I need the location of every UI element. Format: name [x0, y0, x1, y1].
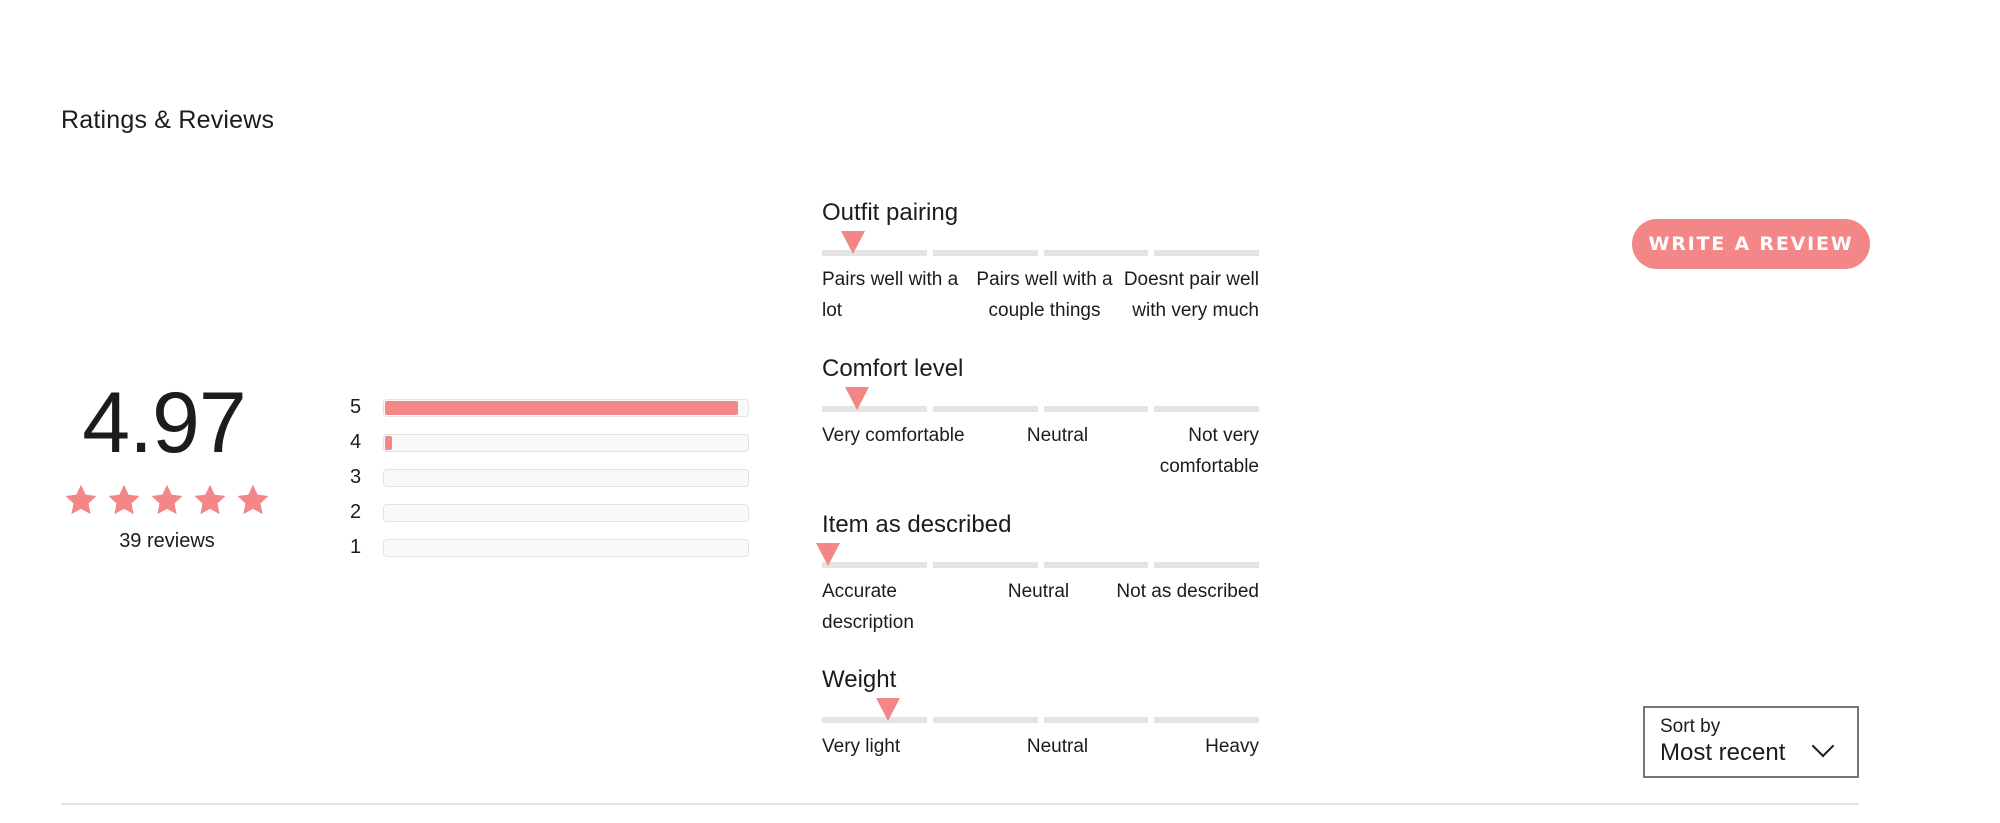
attribute-marker-icon — [844, 387, 869, 410]
scale-label-mid: Neutral — [1026, 425, 1089, 446]
scale-label-high: Heavy — [1205, 736, 1259, 757]
histogram-bar[interactable] — [383, 503, 749, 522]
scale-label-mid: Neutral — [1007, 581, 1070, 602]
star-icon — [151, 484, 183, 515]
histogram-label: 1 — [350, 536, 362, 558]
scale-segment — [1043, 717, 1149, 723]
scale-segment — [1154, 250, 1259, 256]
scale-segment — [822, 717, 927, 723]
histogram-row-5[interactable]: 5 — [350, 390, 750, 425]
attribute-marker-icon — [875, 698, 900, 721]
histogram-row-2[interactable]: 2 — [350, 495, 750, 530]
attribute-scale — [816, 543, 1259, 568]
histogram-fill — [385, 400, 738, 415]
review-count: 39 reviews — [119, 530, 215, 552]
scale-label-high: Not as described — [1116, 581, 1259, 602]
scale-segment — [1154, 406, 1259, 412]
attribute-marker-icon — [840, 231, 865, 254]
scale-label-mid: Neutral — [1026, 736, 1089, 757]
sort-label: Sort by — [1660, 716, 1721, 737]
histogram-row-1[interactable]: 1 — [350, 530, 750, 565]
star-icon — [65, 484, 97, 515]
sort-dropdown[interactable]: Sort by Most recent — [1643, 706, 1859, 778]
scale-segment — [1154, 562, 1259, 568]
histogram-bar[interactable] — [383, 398, 749, 417]
scale-label-low: Very light — [822, 736, 901, 757]
histogram-row-4[interactable]: 4 — [350, 425, 750, 460]
scale-segment — [932, 562, 1038, 568]
scale-segment — [1154, 717, 1259, 723]
histogram-label: 5 — [350, 396, 362, 418]
scale-segment — [932, 717, 1038, 723]
star-icon — [194, 484, 226, 515]
star-rating — [62, 482, 272, 518]
scale-labels: Very comfortable Neutral Not very comfor… — [822, 420, 1259, 482]
star-icon — [237, 484, 269, 515]
histogram-bar[interactable] — [383, 538, 749, 557]
attribute-weight: Weight Very light Neutral Heavy — [822, 663, 1259, 762]
scale-label-high: Not very comfortable — [1159, 425, 1259, 477]
attribute-scale — [822, 387, 1259, 412]
scale-label-low: Pairs well with a lot — [822, 269, 959, 321]
histogram-row-3[interactable]: 3 — [350, 460, 750, 495]
section-title: Ratings & Reviews — [61, 106, 275, 134]
section-divider — [61, 803, 1859, 805]
scale-segment — [822, 406, 927, 412]
scale-segment — [1043, 250, 1149, 256]
scale-label-low: Very comfortable — [822, 425, 965, 446]
scale-segment — [932, 250, 1038, 256]
attribute-scale — [822, 698, 1259, 723]
write-review-button[interactable]: WRITE A REVIEW — [1632, 219, 1870, 269]
attribute-outfit-pairing: Outfit pairing Pairs well with a lot Pai… — [822, 196, 1259, 352]
star-icon — [108, 484, 140, 515]
scale-label-mid: Pairs well with a couple things — [976, 269, 1113, 321]
rating-summary: 4.97 39 reviews — [62, 380, 272, 553]
average-rating: 4.97 — [82, 375, 246, 471]
histogram-bar[interactable] — [383, 433, 749, 452]
attribute-scale — [822, 231, 1259, 256]
attribute-item-as-described: Item as described Accurate description N… — [816, 508, 1259, 663]
scale-label-low: Accurate description — [822, 581, 914, 633]
scale-segment — [822, 250, 927, 256]
attribute-comfort-level: Comfort level Very comfortable Neutral N… — [822, 352, 1259, 508]
rating-histogram: 5 4 3 2 1 — [350, 390, 750, 565]
histogram-fill — [385, 435, 393, 450]
scale-segment — [932, 406, 1038, 412]
attribute-title: Comfort level — [822, 355, 964, 382]
histogram-label: 3 — [350, 466, 362, 488]
histogram-bar[interactable] — [383, 468, 749, 487]
scale-segment — [1043, 562, 1149, 568]
scale-label-high: Doesnt pair well with very much — [1123, 269, 1259, 321]
attribute-ratings: Outfit pairing Pairs well with a lot Pai… — [816, 196, 1259, 762]
scale-segment — [1043, 406, 1149, 412]
attribute-title: Outfit pairing — [822, 199, 959, 226]
histogram-label: 4 — [350, 431, 362, 453]
scale-labels: Very light Neutral Heavy — [822, 731, 1259, 762]
attribute-title: Weight — [822, 666, 897, 693]
attribute-title: Item as described — [822, 511, 1012, 538]
histogram-label: 2 — [350, 501, 362, 523]
scale-labels: Pairs well with a lot Pairs well with a … — [822, 264, 1259, 326]
attribute-marker-icon — [816, 543, 840, 566]
scale-labels: Accurate description Neutral Not as desc… — [822, 576, 1259, 638]
